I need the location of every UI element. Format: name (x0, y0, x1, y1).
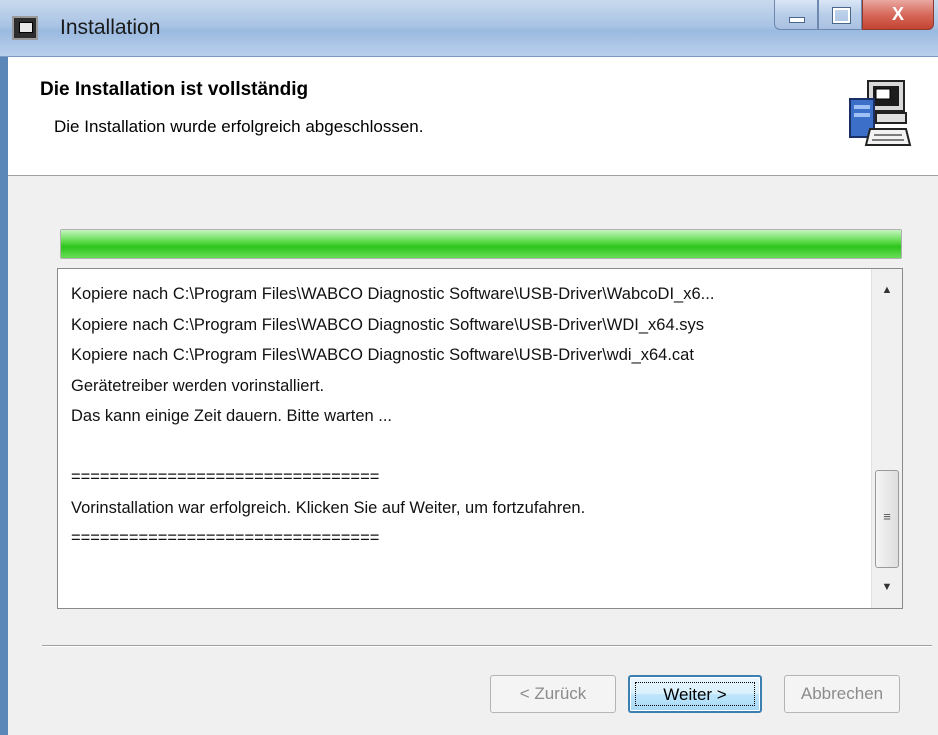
title-bar[interactable]: Installation X (0, 0, 938, 57)
log-lines: Kopiere nach C:\Program Files\WABCO Diag… (71, 279, 861, 554)
cancel-button[interactable]: Abbrechen (784, 675, 900, 713)
log-line: ================================ (71, 468, 380, 486)
header-title: Die Installation ist vollständig (40, 79, 309, 100)
log-line: ================================ (71, 529, 380, 547)
install-log[interactable]: Kopiere nach C:\Program Files\WABCO Diag… (57, 268, 903, 609)
window-title: Installation (60, 16, 161, 39)
installer-window: Installation X Die Installation ist voll… (0, 0, 938, 735)
app-icon (12, 16, 38, 40)
back-button[interactable]: < Zurück (490, 675, 616, 713)
install-progress-bar (60, 229, 902, 259)
window-controls: X (774, 0, 934, 32)
log-line: Kopiere nach C:\Program Files\WABCO Diag… (71, 346, 694, 364)
log-line: Gerätetreiber werden vorinstalliert. (71, 376, 325, 395)
footer-separator (42, 645, 932, 647)
scroll-down-arrow-icon[interactable]: ▼ (872, 572, 902, 602)
log-line: Das kann einige Zeit dauern. Bitte warte… (71, 407, 393, 425)
minimize-button[interactable] (774, 0, 818, 30)
log-line: Kopiere nach C:\Program Files\WABCO Diag… (71, 285, 715, 303)
log-line: Vorinstallation war erfolgreich. Klicken… (71, 498, 586, 517)
setup-computer-icon (849, 80, 912, 146)
scroll-thumb[interactable]: ≡ (875, 470, 899, 568)
close-button[interactable]: X (862, 0, 934, 30)
maximize-button[interactable] (818, 0, 862, 30)
header-subtitle: Die Installation wurde erfolgreich abges… (54, 117, 424, 136)
log-scrollbar[interactable]: ▲ ≡ ▼ (871, 269, 902, 608)
focus-rectangle (635, 682, 755, 706)
wizard-header: Die Installation ist vollständig Die Ins… (8, 57, 938, 176)
log-line: Kopiere nach C:\Program Files\WABCO Diag… (71, 315, 704, 334)
scroll-up-arrow-icon[interactable]: ▲ (872, 275, 902, 305)
next-button[interactable]: Weiter > (628, 675, 762, 713)
progress-fill (61, 230, 901, 258)
